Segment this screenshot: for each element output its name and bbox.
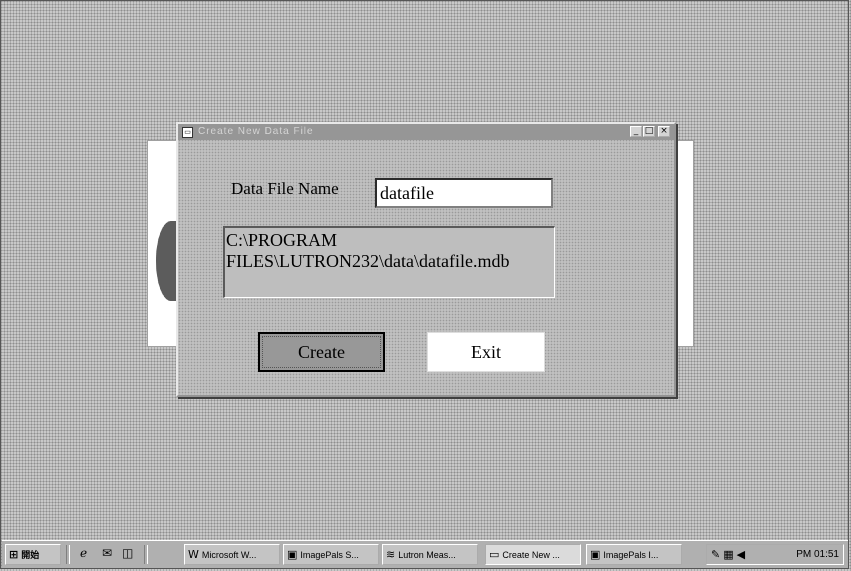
taskbar-item-lutron[interactable]: ≋ Lutron Meas... bbox=[382, 544, 478, 565]
windows-logo-icon: ⊞ bbox=[9, 548, 19, 561]
form-icon: ▭ bbox=[489, 548, 500, 561]
input-method-icon[interactable]: ▦ bbox=[723, 548, 733, 561]
taskbar-item-create-new[interactable]: ▭ Create New ... bbox=[485, 544, 581, 565]
data-file-name-label: Data File Name bbox=[231, 179, 339, 198]
taskbar-item-imagepals-s[interactable]: ▣ ImagePals S... bbox=[283, 544, 379, 565]
show-desktop-icon[interactable]: ◫ bbox=[122, 546, 133, 560]
taskbar-separator bbox=[66, 545, 70, 564]
word-icon: W bbox=[188, 548, 199, 561]
lutron-icon: ≋ bbox=[386, 548, 396, 561]
outlook-express-icon[interactable]: ✉ bbox=[102, 546, 112, 560]
file-path-display: C:\PROGRAM FILES\LUTRON232\data\datafile… bbox=[223, 226, 555, 298]
create-data-file-dialog: ▭ Create New Data File _ □ × Data File N… bbox=[176, 122, 676, 397]
start-label: 開始 bbox=[21, 550, 40, 560]
taskbar-item-label: ImagePals I... bbox=[603, 549, 659, 560]
taskbar-separator bbox=[144, 545, 148, 564]
taskbar: ⊞ 開始 ℯ ✉ ◫ W Microsoft W... ▣ ImagePals … bbox=[2, 540, 848, 568]
close-button[interactable]: × bbox=[658, 126, 670, 137]
form-icon: ▭ bbox=[182, 127, 193, 138]
minimize-button[interactable]: _ bbox=[630, 126, 642, 137]
data-file-name-input[interactable] bbox=[375, 178, 553, 208]
volume-icon[interactable]: ◀ bbox=[737, 548, 745, 561]
taskbar-item-imagepals-i[interactable]: ▣ ImagePals I... bbox=[586, 544, 682, 565]
dialog-title: Create New Data File bbox=[198, 126, 314, 137]
taskbar-item-label: Microsoft W... bbox=[201, 549, 257, 560]
clock[interactable]: PM 01:51 bbox=[796, 549, 839, 560]
start-button[interactable]: ⊞ 開始 bbox=[5, 544, 61, 565]
system-tray: ✎ ▦ ◀ PM 01:51 bbox=[706, 544, 844, 565]
taskbar-item-label: Lutron Meas... bbox=[398, 549, 456, 560]
imagepals-icon: ▣ bbox=[590, 548, 601, 561]
maximize-button[interactable]: □ bbox=[643, 126, 655, 137]
taskbar-item-word[interactable]: W Microsoft W... bbox=[184, 544, 280, 565]
internet-explorer-icon[interactable]: ℯ bbox=[80, 546, 87, 560]
dialog-titlebar[interactable]: ▭ Create New Data File _ □ × bbox=[178, 124, 674, 140]
exit-button[interactable]: Exit bbox=[427, 332, 545, 372]
taskbar-item-label: Create New ... bbox=[502, 549, 560, 560]
create-button[interactable]: Create bbox=[258, 332, 385, 372]
taskbar-item-label: ImagePals S... bbox=[300, 549, 359, 560]
imagepals-icon: ▣ bbox=[287, 548, 298, 561]
language-icon[interactable]: ✎ bbox=[711, 548, 720, 561]
